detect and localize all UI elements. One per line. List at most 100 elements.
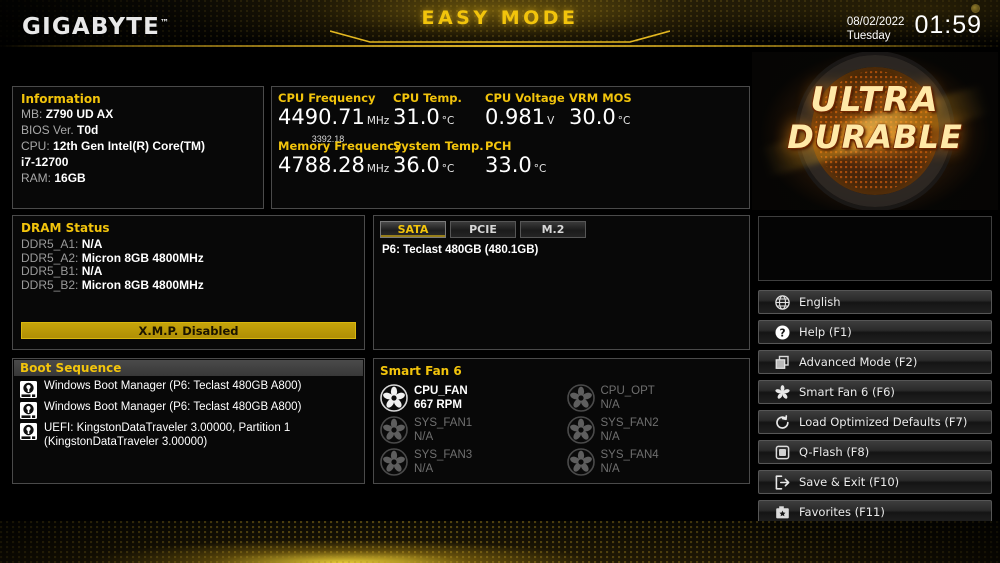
menu-button-label: Advanced Mode (F2) [799,355,918,369]
smart-fan-panel: Smart Fan 6 CPU_FAN 667 RPM CPU_OPT N/A SYS_… [373,358,750,484]
information-row: i7-12700 [21,154,255,170]
sensor-label: System Temp. [393,139,484,153]
fan-cell-sys_fan4[interactable]: SYS_FAN4 N/A [566,446,744,478]
sensor-label: VRM MOS [569,91,632,105]
help-icon: ? [775,325,790,339]
dram-status-title: DRAM Status [21,221,110,235]
sensor-label: CPU Temp. [393,91,462,105]
fan-text: CPU_FAN 667 RPM [414,384,468,412]
dram-slot-label: DDR5_B1: [21,264,79,278]
boot-sequence-item-label: UEFI: KingstonDataTraveler 3.00000, Part… [44,422,291,448]
boot-sequence-panel: Boot Sequence Windows Boot Manager (P6: … [12,358,365,484]
menu-button-load-optimized-defaults-f7[interactable]: Load Optimized Defaults (F7) [758,410,992,434]
fan-text: SYS_FAN4 N/A [601,448,659,476]
menu-button-label: Q-Flash (F8) [799,445,870,459]
clock: 08/02/2022 Tuesday 01:59 [847,12,982,43]
sensor-label: PCH [485,139,512,153]
ultra-durable-line2: DURABLE [787,118,963,156]
information-row-label: CPU: [21,139,50,153]
boot-sequence-item-label: Windows Boot Manager (P6: Teclast 480GB … [44,380,302,392]
fan-icon-inactive [380,416,408,444]
date-text: 08/02/2022 [846,16,905,28]
fan-name: CPU_FAN [414,385,468,397]
fan-rpm: N/A [414,431,434,443]
storage-tab-sata[interactable]: SATA [380,221,446,238]
menu-button-save-exit-f10[interactable]: Save & Exit (F10) [758,470,992,494]
storage-tab-label: PCIE [469,223,497,236]
hard-drive-icon [20,402,37,419]
sensor-value: 4490.71 MHz [278,105,390,129]
fan-text: SYS_FAN1 N/A [414,416,472,444]
storage-tab-bar: SATA PCIE M.2 [374,216,749,238]
dram-slot-value: N/A [81,264,103,278]
hardware-monitor-panel: CPU Frequency 4490.71 MHz 3392.18 CPU Temp. 3… [271,86,750,209]
smart-fan-title: Smart Fan 6 [380,364,462,378]
sensor-unit: V [547,115,555,127]
sensor-cell: Memory Frequency 4788.28 MHz [278,139,408,182]
fan-rpm: N/A [600,399,620,411]
boot-sequence-list[interactable]: Windows Boot Manager (P6: Teclast 480GB … [13,376,364,449]
menu-button-english[interactable]: English [758,290,992,314]
sensor-grid: CPU Frequency 4490.71 MHz 3392.18 CPU Temp. 3… [272,87,749,208]
fan-cell-sys_fan2[interactable]: SYS_FAN2 N/A [566,414,744,446]
sensor-cell: CPU Frequency 4490.71 MHz 3392.18 [278,91,398,145]
information-row: MB: Z790 UD AX [21,106,255,122]
dram-status-panel: DRAM Status DDR5_A1: N/A DDR5_A2: Micron … [12,215,365,350]
menu-button-label: Load Optimized Defaults (F7) [799,415,968,429]
fan-text: SYS_FAN3 N/A [414,448,472,476]
xmp-status-bar[interactable]: X.M.P. Disabled [21,322,356,339]
fan-icon-inactive [566,416,595,444]
sensor-value: 30.0 °C [569,105,631,129]
menu-button-label: Favorites (F11) [799,505,885,519]
fan-cell-sys_fan3[interactable]: SYS_FAN3 N/A [380,446,557,478]
exit-icon [775,474,790,490]
fan-rpm: N/A [600,463,620,475]
sensor-cell: VRM MOS 30.0 °C [569,91,659,134]
storage-tab-m2[interactable]: M.2 [520,221,586,238]
boot-sequence-item[interactable]: UEFI: KingstonDataTraveler 3.00000, Part… [19,421,360,449]
sensor-cell: CPU Temp. 31.0 °C [393,91,483,134]
dram-slot-row: DDR5_A1: N/A [21,237,356,252]
boot-sequence-item[interactable]: Windows Boot Manager (P6: Teclast 480GB … [19,379,360,399]
smart-fan-title-wrap: Smart Fan 6 [374,359,749,382]
boot-sequence-item-label: Windows Boot Manager (P6: Teclast 480GB … [44,401,302,413]
information-row-label: MB: [21,107,43,121]
svg-text:?: ? [779,327,785,339]
storage-tab-pcie[interactable]: PCIE [450,221,516,238]
fan-cell-cpu_opt[interactable]: CPU_OPT N/A [566,382,744,414]
dram-slot-value: Micron 8GB 4800MHz [81,250,204,265]
fan-cell-sys_fan1[interactable]: SYS_FAN1 N/A [380,414,557,446]
header-bar: GIGABYTE™ EASY MODE 08/02/2022 Tuesday 0… [0,0,1000,48]
menu-button-smart-fan-6-f6[interactable]: Smart Fan 6 (F6) [758,380,992,404]
sensor-unit: MHz [366,115,390,127]
dram-slot-row: DDR5_B1: N/A [21,264,356,279]
information-row-value: i7-12700 [21,155,69,169]
dram-slot-label: DDR5_A1: [21,237,79,251]
dram-slot-rows: DDR5_A1: N/A DDR5_A2: Micron 8GB 4800MHz D… [21,237,356,293]
fan-icon-inactive [380,448,408,476]
fan-name: CPU_OPT [600,385,655,397]
sensor-label: CPU Frequency [278,91,376,105]
sensor-unit: MHz [366,163,390,175]
footer-vignette [0,521,1000,563]
menu-button-label: English [799,295,841,309]
menu-button-label: Help (F1) [799,325,852,339]
dram-slot-row: DDR5_B2: Micron 8GB 4800MHz [21,277,356,293]
boot-sequence-item[interactable]: Windows Boot Manager (P6: Teclast 480GB … [19,400,360,420]
information-row-value: Z790 UD AX [45,107,114,121]
header-badge-icon [971,4,980,13]
information-row-value: 12th Gen Intel(R) Core(TM) [53,139,206,153]
sensor-label: Memory Frequency [278,139,402,153]
boot-sequence-title: Boot Sequence [20,361,122,375]
sensor-value: 4788.28 MHz [278,153,390,177]
hard-drive-icon [20,423,37,440]
menu-button-label: Smart Fan 6 (F6) [799,385,895,399]
fan-cell-cpu_fan[interactable]: CPU_FAN 667 RPM [380,382,557,414]
storage-tab-label: M.2 [541,223,565,236]
reload-icon [776,414,789,429]
menu-button-help-f1[interactable]: ? Help (F1) [758,320,992,344]
menu-button-q-flash-f8[interactable]: Q-Flash (F8) [758,440,992,464]
fan-rpm: N/A [414,463,434,475]
dram-slot-value: Micron 8GB 4800MHz [81,277,204,292]
menu-button-advanced-mode-f2[interactable]: Advanced Mode (F2) [758,350,992,374]
